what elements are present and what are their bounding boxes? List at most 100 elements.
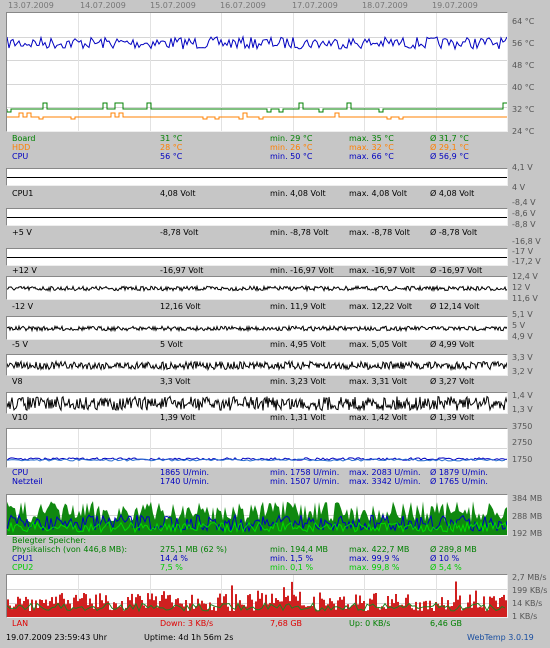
- lan-down-bar: [465, 607, 467, 617]
- lan-chart: [6, 574, 508, 618]
- sensor-value: 7,5 %: [160, 563, 183, 572]
- lan-down-bar: [481, 607, 483, 617]
- lan-down-bar: [291, 581, 293, 617]
- fan-scale-label: 2750: [512, 438, 533, 447]
- volt-scale-label: -8,4 V: [512, 198, 536, 207]
- sensor-max: max. 3,31 Volt: [349, 377, 407, 386]
- lan-down-bar: [157, 607, 159, 617]
- sensor-label: -5 V: [12, 340, 28, 349]
- sensor-label: Board: [12, 134, 36, 143]
- voltage-chart-v8: [6, 354, 508, 376]
- sensor-min: min. 50 °C: [270, 152, 313, 161]
- sensor-label: Physikalisch (von 446,8 MB):: [12, 545, 128, 554]
- lan-down-bar: [319, 592, 321, 617]
- lan-down-bar: [219, 593, 221, 617]
- sensor-value: 14,4 %: [160, 554, 188, 563]
- sensor-max: max. 35 °C: [349, 134, 394, 143]
- lan-down-bar: [249, 594, 251, 617]
- lan-down-bar: [423, 601, 425, 617]
- app-link[interactable]: WebTemp 3.0.19: [467, 633, 534, 642]
- lan-down-bar: [277, 600, 279, 617]
- lan-down-bar: [477, 607, 479, 617]
- lan-down-bar: [37, 608, 39, 617]
- voltage-chart-minus5v: [6, 316, 508, 340]
- lan-down-bar: [231, 585, 233, 617]
- sensor-min: min. 11,9 Volt: [270, 302, 326, 311]
- lan-down-bar: [375, 593, 377, 617]
- footer-uptime: Uptime: 4d 1h 56m 2s: [144, 633, 234, 642]
- mem-header-label: Belegter Speicher:: [12, 536, 87, 545]
- sensor-avg: Ø 5,4 %: [430, 563, 462, 572]
- lan-down-bar: [441, 597, 443, 617]
- lan-down-bar: [365, 611, 367, 617]
- lan-down-bar: [43, 603, 45, 617]
- volt-scale-label: 11,6 V: [512, 294, 538, 303]
- sensor-max: max. 99,9 %: [349, 554, 400, 563]
- date-label: 17.07.2009: [292, 1, 338, 10]
- lan-down-bar: [181, 603, 183, 617]
- voltage-line: [7, 395, 507, 412]
- lan-down-bar: [333, 603, 335, 617]
- temp-scale-label: 32 °C: [512, 105, 535, 114]
- lan-down-bar: [419, 602, 421, 617]
- lan-down-bar: [193, 608, 195, 617]
- sensor-max: max. 66 °C: [349, 152, 394, 161]
- lan-down-bar: [75, 594, 77, 617]
- lan-down-bar: [299, 591, 301, 617]
- voltage-chart-plus5v: [6, 208, 508, 226]
- lan-down-bar: [369, 598, 371, 617]
- volt-scale-label: -8,6 V: [512, 209, 536, 218]
- lan-down-bar: [93, 608, 95, 617]
- lan-down-bar: [497, 607, 499, 617]
- lan-down-bar: [397, 601, 399, 617]
- lan-down-bar: [95, 594, 97, 617]
- lan-down-bar: [367, 610, 369, 617]
- fan-chart: [6, 428, 508, 468]
- sensor-value: -8,78 Volt: [160, 228, 199, 237]
- sensor-min: min. 4,08 Volt: [270, 189, 326, 198]
- lan-down-bar: [179, 603, 181, 617]
- memory-chart: [6, 494, 508, 536]
- volt-scale-label: 5,1 V: [512, 310, 533, 319]
- voltage-line: [7, 324, 507, 333]
- sensor-avg: Ø 1879 U/min.: [430, 468, 488, 477]
- volt-scale-label: -16,8 V: [512, 237, 541, 246]
- temp-scale-label: 40 °C: [512, 83, 535, 92]
- temp-scale-label: 24 °C: [512, 127, 535, 136]
- lan-down-bar: [119, 606, 121, 617]
- lan-down-bar: [413, 609, 415, 617]
- lan-down-bar: [197, 598, 199, 617]
- sensor-value: 1740 U/min.: [160, 477, 210, 486]
- sensor-max: max. -8,78 Volt: [349, 228, 410, 237]
- lan-label: LAN: [12, 619, 29, 628]
- lan-down-bar: [257, 590, 259, 617]
- lan-down-bar: [47, 605, 49, 617]
- sensor-avg: Ø -8,78 Volt: [430, 228, 478, 237]
- sensor-min: min. 3,23 Volt: [270, 377, 326, 386]
- lan-down-bar: [87, 605, 89, 617]
- lan-down-bar: [173, 607, 175, 617]
- lan-down-bar: [339, 597, 341, 617]
- voltage-chart-cpu1: [6, 168, 508, 186]
- lan-down-bar: [85, 594, 87, 617]
- sensor-avg: Ø 4,99 Volt: [430, 340, 475, 349]
- lan-down-total: 7,68 GB: [270, 619, 303, 628]
- lan-down-bar: [429, 600, 431, 617]
- date-label: 18.07.2009: [362, 1, 408, 10]
- sensor-avg: Ø -16,97 Volt: [430, 266, 483, 275]
- lan-down-bar: [115, 603, 117, 617]
- lan-down-bar: [109, 609, 111, 617]
- volt-scale-label: 4 V: [512, 183, 526, 192]
- lan-down-bar: [377, 608, 379, 617]
- volt-scale-label: 4,9 V: [512, 332, 533, 341]
- lan-down-bar: [147, 593, 149, 617]
- lan-down-bar: [187, 610, 189, 617]
- sensor-label: CPU: [12, 152, 29, 161]
- sensor-label: CPU1: [12, 554, 34, 563]
- sensor-value: 5 Volt: [160, 340, 183, 349]
- lan-down-bar: [213, 606, 215, 617]
- lan-down-bar: [495, 600, 497, 617]
- lan-down-bar: [297, 600, 299, 617]
- lan-down-bar: [473, 601, 475, 617]
- sensor-avg: Ø 56,9 °C: [430, 152, 469, 161]
